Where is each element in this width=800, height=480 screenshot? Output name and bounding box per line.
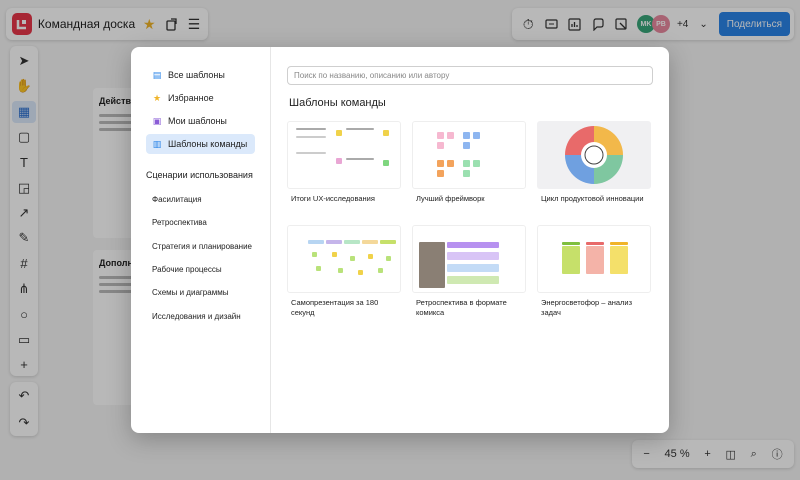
template-name: Энергосветофор – анализ задач bbox=[541, 298, 633, 317]
template-thumbnail bbox=[537, 121, 651, 189]
grid-title: Шаблоны команды bbox=[289, 97, 386, 109]
template-name: Итоги UX-исследования bbox=[291, 194, 375, 203]
template-thumbnail bbox=[412, 225, 526, 293]
scenario-item[interactable]: Ретроспектива bbox=[146, 211, 255, 234]
team-templates-icon: ▥ bbox=[152, 138, 162, 149]
templates-content: Поиск по названию, описанию или автору Ш… bbox=[271, 47, 669, 433]
template-name: Самопрезентация за 180 секунд bbox=[291, 298, 379, 317]
template-card[interactable]: Цикл продуктовой инновации bbox=[537, 121, 651, 219]
template-name: Цикл продуктовой инновации bbox=[541, 194, 644, 203]
nav-label: Избранное bbox=[168, 93, 214, 103]
all-templates-icon: ▤ bbox=[152, 69, 162, 80]
templates-grid: Итоги UX-исследования Лучший фреймворк Ц… bbox=[287, 121, 653, 323]
scenario-item[interactable]: Фасилитация bbox=[146, 188, 255, 211]
nav-label: Шаблоны команды bbox=[168, 139, 248, 149]
my-templates-icon: ▣ bbox=[152, 115, 162, 126]
template-card[interactable]: Итоги UX-исследования bbox=[287, 121, 401, 219]
template-name: Ретроспектива в формате комикса bbox=[416, 298, 507, 317]
scenario-item[interactable]: Рабочие процессы bbox=[146, 258, 255, 281]
nav-favorites[interactable]: ★ Избранное bbox=[146, 88, 255, 108]
scenario-item[interactable]: Исследования и дизайн bbox=[146, 304, 255, 327]
search-input[interactable]: Поиск по названию, описанию или автору bbox=[287, 66, 653, 85]
template-card[interactable]: Лучший фреймворк bbox=[412, 121, 526, 219]
template-thumbnail bbox=[537, 225, 651, 293]
nav-team-templates[interactable]: ▥ Шаблоны команды bbox=[146, 134, 255, 154]
nav-my-templates[interactable]: ▣ Мои шаблоны bbox=[146, 111, 255, 131]
star-icon: ★ bbox=[152, 92, 162, 103]
templates-sidebar: ▤ Все шаблоны ★ Избранное ▣ Мои шаблоны … bbox=[131, 47, 271, 433]
template-card[interactable]: Энергосветофор – анализ задач bbox=[537, 225, 651, 323]
nav-label: Мои шаблоны bbox=[168, 116, 227, 126]
template-card[interactable]: Самопрезентация за 180 секунд bbox=[287, 225, 401, 323]
template-card[interactable]: Ретроспектива в формате комикса bbox=[412, 225, 526, 323]
template-name: Лучший фреймворк bbox=[416, 194, 485, 203]
scenario-item[interactable]: Схемы и диаграммы bbox=[146, 281, 255, 304]
template-thumbnail bbox=[287, 121, 401, 189]
scenario-item[interactable]: Стратегия и планирование bbox=[146, 235, 255, 258]
template-thumbnail bbox=[287, 225, 401, 293]
nav-all-templates[interactable]: ▤ Все шаблоны bbox=[146, 65, 255, 85]
template-thumbnail bbox=[412, 121, 526, 189]
nav-label: Все шаблоны bbox=[168, 70, 225, 80]
templates-modal: ▤ Все шаблоны ★ Избранное ▣ Мои шаблоны … bbox=[131, 47, 669, 433]
scenarios-title: Сценарии использования bbox=[146, 170, 253, 180]
